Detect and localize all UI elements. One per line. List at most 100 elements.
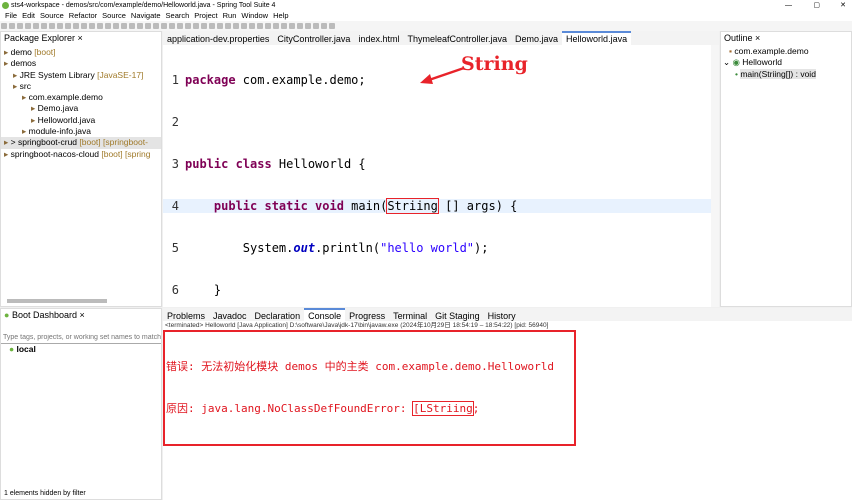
item-label: local xyxy=(16,343,36,354)
toolbar-button-icon[interactable] xyxy=(281,23,287,29)
tree-item[interactable]: ▸ demos xyxy=(1,58,161,69)
toolbar-button-icon[interactable] xyxy=(25,23,31,29)
tree-item[interactable]: ▸ > springboot-crud [boot] [springboot- xyxy=(1,137,161,149)
toolbar-button-icon[interactable] xyxy=(1,23,7,29)
toolbar-button-icon[interactable] xyxy=(177,23,183,29)
tree-node-icon: ▸ xyxy=(22,126,29,137)
tree-label: com.example.demo xyxy=(28,92,103,103)
menu-window[interactable]: Window xyxy=(241,11,268,20)
menu-file[interactable]: File xyxy=(5,11,17,20)
toolbar-button-icon[interactable] xyxy=(41,23,47,29)
toolbar-button-icon[interactable] xyxy=(153,23,159,29)
maximize-button[interactable]: ▢ xyxy=(813,0,820,11)
toolbar-button-icon[interactable] xyxy=(193,23,199,29)
tree-item[interactable]: ▸ src xyxy=(1,81,161,92)
outline-item[interactable]: • main(Striing[]) : void xyxy=(721,68,851,80)
menu-source[interactable]: Source xyxy=(40,11,64,20)
tree-node-icon: ▸ xyxy=(13,80,20,91)
toolbar-button-icon[interactable] xyxy=(137,23,143,29)
tree-item[interactable]: ▸ Demo.java xyxy=(1,103,161,114)
toolbar-button-icon[interactable] xyxy=(121,23,127,29)
toolbar-button-icon[interactable] xyxy=(89,23,95,29)
toolbar-button-icon[interactable] xyxy=(297,23,303,29)
toolbar-button-icon[interactable] xyxy=(289,23,295,29)
toolbar-button-icon[interactable] xyxy=(49,23,55,29)
menu-navigate[interactable]: Navigate xyxy=(131,11,161,20)
panel-title: Outline xyxy=(724,33,753,43)
console-output[interactable]: 错误: 无法初始化模块 demos 中的主类 com.example.demo.… xyxy=(163,330,576,446)
toolbar-button-icon[interactable] xyxy=(209,23,215,29)
code-token: System. xyxy=(185,241,294,255)
toolbar-button-icon[interactable] xyxy=(249,23,255,29)
toolbar-button-icon[interactable] xyxy=(129,23,135,29)
toolbar-button-icon[interactable] xyxy=(81,23,87,29)
editor-tab[interactable]: index.html xyxy=(354,33,403,45)
tree-label: Demo.java xyxy=(37,103,79,114)
toolbar-button-icon[interactable] xyxy=(17,23,23,29)
annotation-arrow-icon xyxy=(420,66,465,84)
editor-area: application-dev.properties CityController… xyxy=(163,31,719,423)
menu-source[interactable]: Source xyxy=(102,11,126,20)
toolbar-button-icon[interactable] xyxy=(113,23,119,29)
tree-item[interactable]: ▸ JRE System Library [JavaSE-17] xyxy=(1,70,161,81)
toolbar-button-icon[interactable] xyxy=(9,23,15,29)
tree-node-icon: ▸ xyxy=(22,92,29,103)
minimize-button[interactable]: — xyxy=(785,0,792,11)
toolbar-button-icon[interactable] xyxy=(273,23,279,29)
vertical-scrollbar[interactable] xyxy=(711,45,719,307)
editor-tab[interactable]: application-dev.properties xyxy=(163,33,273,45)
outline-item[interactable]: ▪ com.example.demo xyxy=(721,46,851,57)
toolbar-button-icon[interactable] xyxy=(201,23,207,29)
editor-tab[interactable]: Helloworld.java xyxy=(562,31,632,45)
toolbar-button-icon[interactable] xyxy=(97,23,103,29)
editor-tab[interactable]: CityController.java xyxy=(273,33,354,45)
menu-refactor[interactable]: Refactor xyxy=(69,11,97,20)
line-number: 5 xyxy=(171,241,179,255)
toolbar-button-icon[interactable] xyxy=(321,23,327,29)
toolbar-button-icon[interactable] xyxy=(33,23,39,29)
toolbar-button-icon[interactable] xyxy=(233,23,239,29)
editor-tab[interactable]: ThymeleafController.java xyxy=(403,33,511,45)
toolbar-button-icon[interactable] xyxy=(329,23,335,29)
toolbar-button-icon[interactable] xyxy=(185,23,191,29)
console-text: 原因: java.lang.NoClassDefFoundError: xyxy=(166,402,414,415)
toolbar-button-icon[interactable] xyxy=(225,23,231,29)
tree-item[interactable]: ▸ module-info.java xyxy=(1,126,161,137)
toolbar-button-icon[interactable] xyxy=(105,23,111,29)
toolbar-button-icon[interactable] xyxy=(257,23,263,29)
menu-help[interactable]: Help xyxy=(273,11,288,20)
menu-bar: File Edit Source Refactor Source Navigate Sear… xyxy=(0,11,852,21)
toolbar-button-icon[interactable] xyxy=(145,23,151,29)
horizontal-scrollbar[interactable] xyxy=(7,299,107,303)
code-token: public class xyxy=(185,157,272,171)
outline-item[interactable]: ⌄ ◉ Helloworld xyxy=(721,57,851,68)
toolbar-button-icon[interactable] xyxy=(169,23,175,29)
editor-tab[interactable]: Demo.java xyxy=(511,33,562,45)
toolbar-button-icon[interactable] xyxy=(265,23,271,29)
boot-dashboard-item-local[interactable]: ● local xyxy=(1,344,161,355)
toolbar xyxy=(0,21,852,31)
tab-package-explorer[interactable]: Package Explorer × xyxy=(1,32,161,46)
toolbar-button-icon[interactable] xyxy=(73,23,79,29)
tree-item[interactable]: ▸ demo [boot] xyxy=(1,47,161,58)
menu-search[interactable]: Search xyxy=(166,11,190,20)
tab-outline[interactable]: Outline × xyxy=(721,32,851,46)
tree-item[interactable]: ▸ springboot-nacos-cloud [boot] [spring xyxy=(1,149,161,160)
menu-edit[interactable]: Edit xyxy=(22,11,35,20)
toolbar-button-icon[interactable] xyxy=(65,23,71,29)
menu-project[interactable]: Project xyxy=(194,11,217,20)
tree-item[interactable]: ▸ Helloworld.java xyxy=(1,115,161,126)
menu-run[interactable]: Run xyxy=(223,11,237,20)
filter-input[interactable] xyxy=(1,332,161,344)
close-button[interactable]: ✕ xyxy=(840,0,846,11)
code-token: main( xyxy=(343,199,388,213)
code-token: Helloworld { xyxy=(271,157,366,171)
toolbar-button-icon[interactable] xyxy=(313,23,319,29)
toolbar-button-icon[interactable] xyxy=(57,23,63,29)
toolbar-button-icon[interactable] xyxy=(161,23,167,29)
toolbar-button-icon[interactable] xyxy=(217,23,223,29)
tab-boot-dashboard[interactable]: ● Boot Dashboard × xyxy=(1,309,161,323)
tree-item[interactable]: ▸ com.example.demo xyxy=(1,92,161,103)
toolbar-button-icon[interactable] xyxy=(305,23,311,29)
toolbar-button-icon[interactable] xyxy=(241,23,247,29)
